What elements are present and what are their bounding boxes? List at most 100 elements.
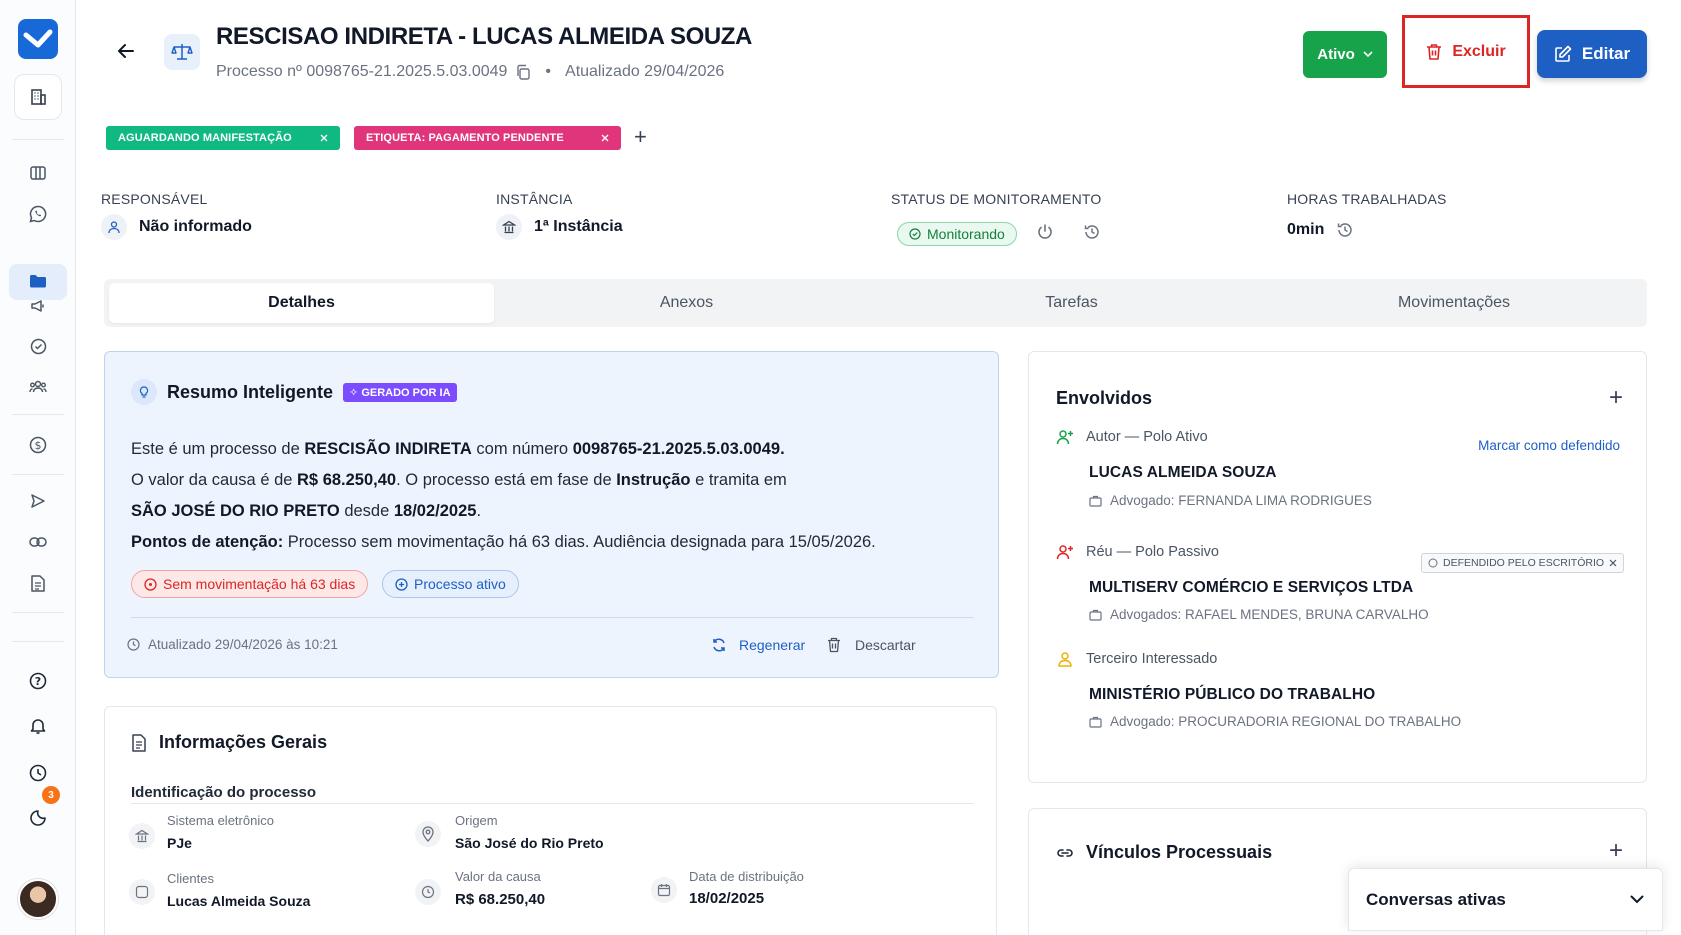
whatsapp-icon[interactable] <box>28 204 48 224</box>
ai-line-1: Este é um processo de RESCISÃO INDIRETA … <box>131 434 971 465</box>
process-number: Processo nº 0098765-21.2025.5.03.0049 <box>216 63 508 80</box>
chevron-down-icon[interactable] <box>1630 895 1644 904</box>
party-lawyer: Advogado: PROCURADORIA REGIONAL DO TRABA… <box>1089 714 1461 729</box>
status-dropdown-button[interactable]: Ativo <box>1303 31 1387 78</box>
history-icon[interactable] <box>1336 221 1354 239</box>
megaphone-icon[interactable] <box>28 296 48 316</box>
send-icon[interactable] <box>28 491 48 511</box>
discard-button[interactable]: Descartar <box>827 637 916 653</box>
party-role: Autor — Polo Ativo <box>1056 429 1208 445</box>
defended-badge: DEFENDIDO PELO ESCRITÓRIO <box>1421 553 1625 573</box>
edit-button[interactable]: Editar <box>1537 30 1647 78</box>
theme-icon[interactable] <box>28 808 48 828</box>
text: com número <box>471 440 573 458</box>
field-label: Clientes <box>167 871 214 886</box>
case-phase: Instrução <box>616 471 691 489</box>
horas-field: 0min <box>1287 221 1354 239</box>
sidebar: $ ? 3 <box>0 0 76 935</box>
power-icon[interactable] <box>1036 223 1054 241</box>
party-role-label: Réu — Polo Passivo <box>1086 544 1219 560</box>
svg-text:?: ? <box>35 675 41 688</box>
regenerate-button[interactable]: Regenerar <box>711 637 805 653</box>
divider <box>131 617 974 618</box>
add-tag-button[interactable]: + <box>634 125 647 149</box>
case-type: RESCISÃO INDIRETA <box>304 440 472 458</box>
attention-label: Pontos de atenção: <box>131 533 284 551</box>
briefcase-icon <box>1089 609 1102 621</box>
delete-button[interactable]: Excluir <box>1402 15 1530 88</box>
location-pin-icon <box>415 821 441 847</box>
ai-summary-card: Resumo Inteligente ✧ GERADO POR IA Este … <box>104 351 999 678</box>
columns-icon[interactable] <box>28 163 48 183</box>
field-value: São José do Rio Preto <box>455 835 604 851</box>
divider <box>131 803 974 804</box>
ai-line-4: Pontos de atenção: Processo sem moviment… <box>131 527 971 558</box>
field-label: Valor da causa <box>455 869 541 884</box>
lawyer-text: Advogados: RAFAEL MENDES, BRUNA CARVALHO <box>1110 607 1429 622</box>
link-icon[interactable] <box>28 532 48 552</box>
active-process-badge: Processo ativo <box>382 570 519 598</box>
field-value: PJe <box>167 835 192 851</box>
document-icon[interactable] <box>28 573 48 593</box>
user-icon <box>1056 651 1074 667</box>
users-icon[interactable] <box>28 377 48 397</box>
scales-icon <box>164 34 200 70</box>
building-icon[interactable] <box>14 74 62 120</box>
separator-dot: • <box>545 63 552 80</box>
add-involved-button[interactable]: + <box>1609 386 1623 410</box>
status-dropdown-label: Ativo <box>1317 46 1355 63</box>
text: desde <box>339 502 394 520</box>
help-icon[interactable]: ? <box>28 671 48 691</box>
tab-detalhes[interactable]: Detalhes <box>109 283 494 323</box>
field-label: Origem <box>455 813 498 828</box>
clock-icon[interactable] <box>28 763 48 783</box>
text: O valor da causa é de <box>131 471 298 489</box>
check-circle-icon <box>909 228 921 240</box>
dollar-icon[interactable]: $ <box>28 435 48 455</box>
case-value: R$ 68.250,40 <box>297 471 397 489</box>
clock-icon <box>127 638 140 651</box>
ai-line-3: SÃO JOSÉ DO RIO PRETO desde 18/02/2025. <box>131 496 971 527</box>
folder-icon[interactable] <box>28 271 48 291</box>
discard-label: Descartar <box>855 637 916 653</box>
text: . O processo está em fase de <box>396 471 617 489</box>
instancia-label: INSTÂNCIA <box>496 191 573 207</box>
close-icon[interactable] <box>320 134 328 142</box>
refresh-icon <box>711 637 727 653</box>
logo-icon[interactable] <box>18 19 58 59</box>
back-arrow-icon[interactable] <box>117 43 135 59</box>
involved-title: Envolvidos <box>1056 388 1153 408</box>
value-icon <box>415 879 441 905</box>
party-name: MINISTÉRIO PÚBLICO DO TRABALHO <box>1089 686 1376 703</box>
general-info-title: Informações Gerais <box>159 732 328 752</box>
bell-icon[interactable] <box>28 716 48 736</box>
svg-text:$: $ <box>35 439 42 452</box>
tab-tarefas[interactable]: Tarefas <box>879 283 1264 323</box>
check-circle-icon[interactable] <box>28 336 48 356</box>
process-links-title: Vínculos Processuais <box>1086 842 1273 862</box>
user-plus-icon <box>1056 429 1074 445</box>
avatar[interactable] <box>18 879 58 919</box>
user-icon <box>101 214 127 240</box>
tab-anexos[interactable]: Anexos <box>494 283 879 323</box>
user-minus-icon <box>1056 544 1074 560</box>
mark-defended-link[interactable]: Marcar como defendido <box>1478 438 1620 453</box>
add-link-button[interactable]: + <box>1609 839 1623 863</box>
no-movement-text: Sem movimentação há 63 dias <box>163 576 356 592</box>
close-icon[interactable] <box>601 134 609 142</box>
responsavel-field[interactable]: Não informado <box>101 214 252 240</box>
attention-text: Processo sem movimentação há 63 dias. Au… <box>283 533 876 551</box>
field-value: 18/02/2025 <box>689 890 765 907</box>
active-chats-panel[interactable]: Conversas ativas <box>1348 868 1663 931</box>
status-monitoramento-label: STATUS DE MONITORAMENTO <box>891 191 1102 207</box>
briefcase-icon <box>1089 716 1102 728</box>
tab-movimentacoes[interactable]: Movimentações <box>1264 283 1644 323</box>
tab-bar: Detalhes Anexos Tarefas Movimentações <box>104 279 1647 327</box>
plus-circle-icon <box>395 577 408 591</box>
copy-icon[interactable] <box>515 64 531 81</box>
close-icon[interactable] <box>1609 559 1617 567</box>
history-icon[interactable] <box>1083 223 1101 241</box>
horas-label: HORAS TRABALHADAS <box>1287 191 1447 207</box>
page-title: RESCISAO INDIRETA - LUCAS ALMEIDA SOUZA <box>216 23 752 50</box>
ai-summary-header: Resumo Inteligente ✧ GERADO POR IA <box>131 379 457 405</box>
